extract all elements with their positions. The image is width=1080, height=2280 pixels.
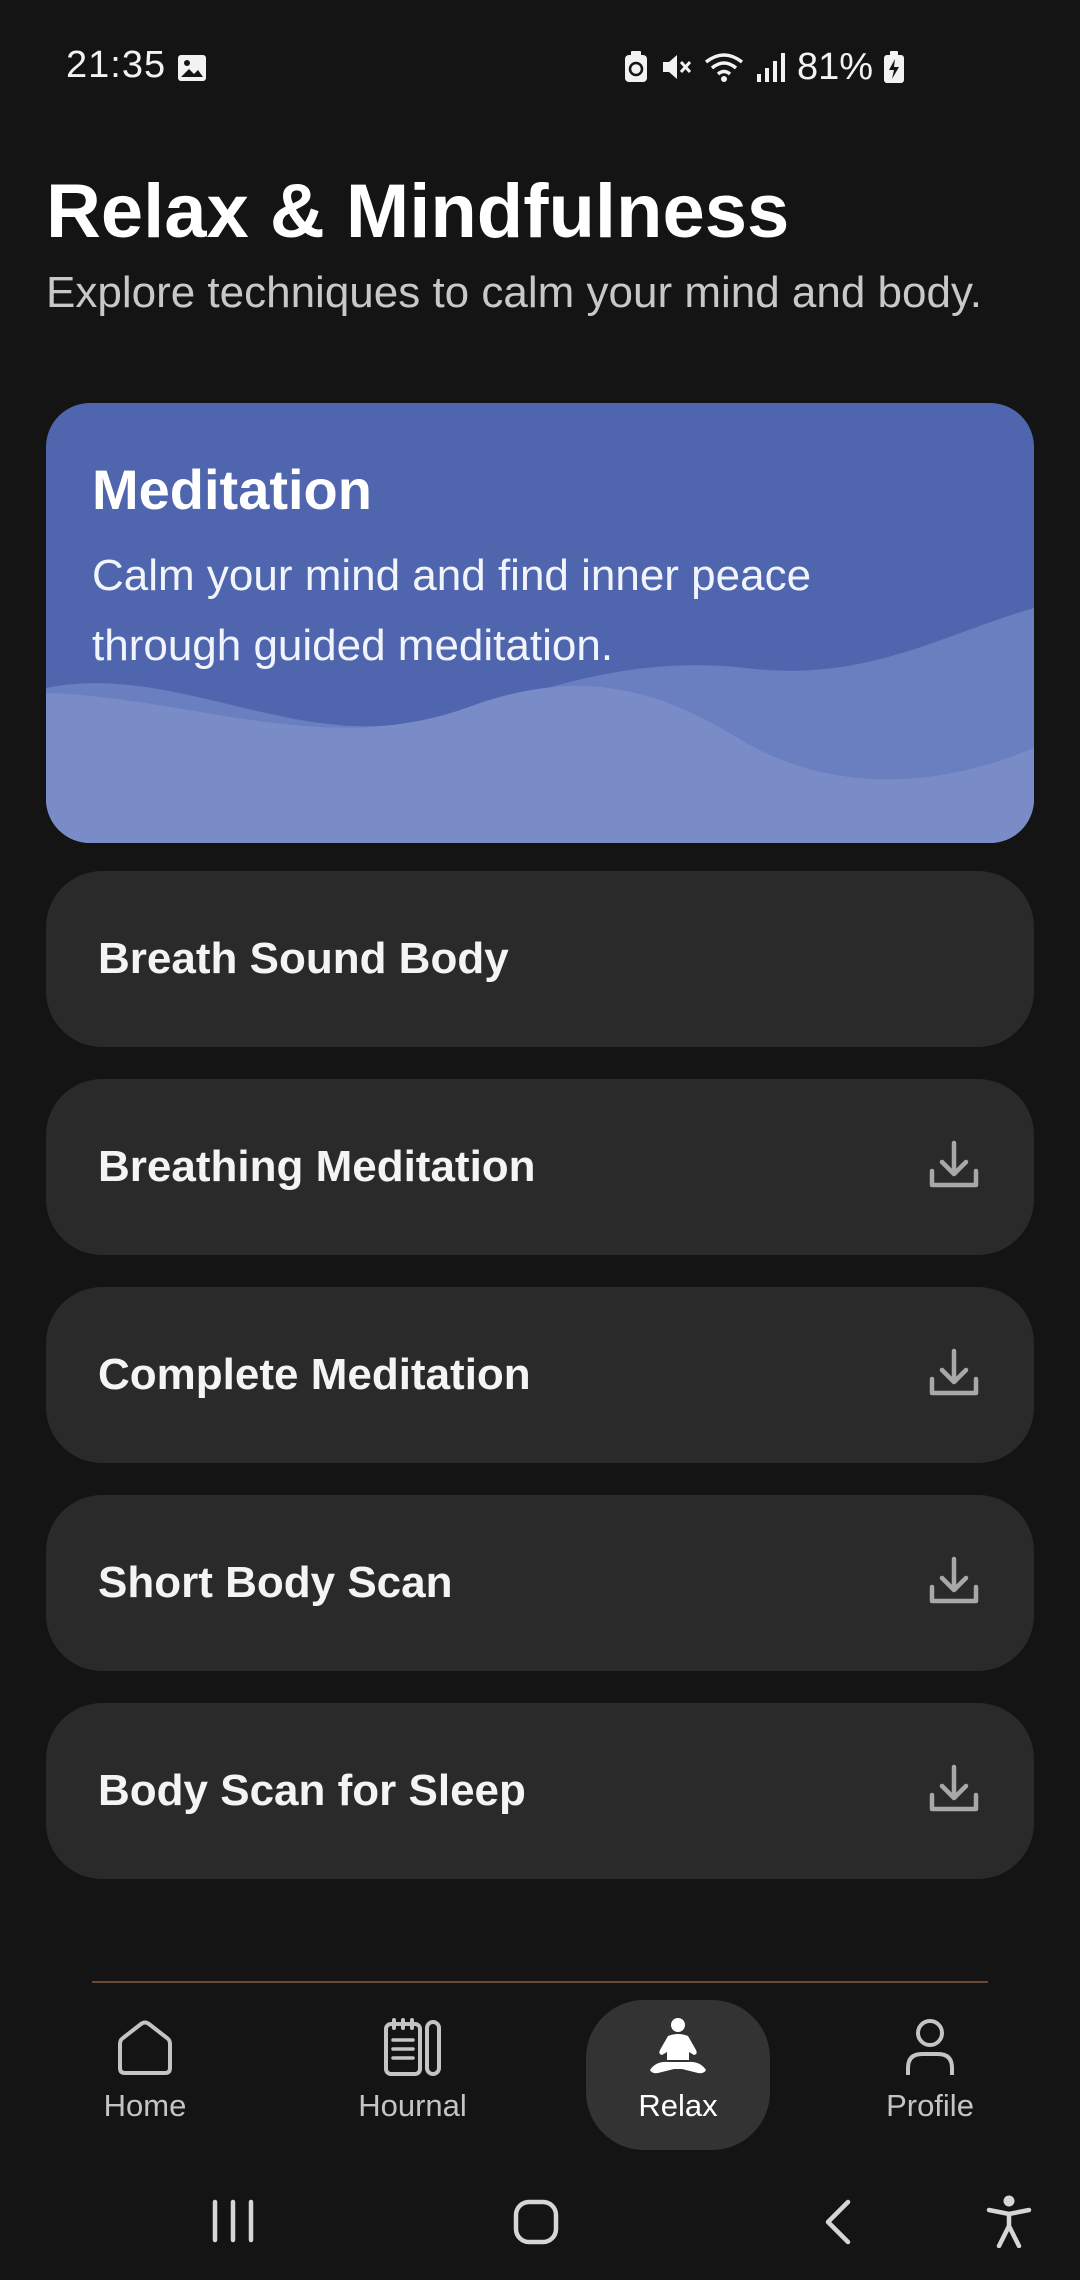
- list-item-short-body-scan[interactable]: Short Body Scan: [46, 1495, 1034, 1671]
- download-icon[interactable]: [926, 1137, 982, 1198]
- battery-percent: 81%: [796, 45, 873, 88]
- hero-description: Calm your mind and find inner peace thro…: [92, 551, 812, 670]
- list-item-breath-sound-body[interactable]: Breath Sound Body: [46, 871, 1034, 1047]
- system-nav-bar: [0, 2160, 1080, 2280]
- home-button-icon[interactable]: [512, 2198, 560, 2251]
- page-subtitle: Explore techniques to calm your mind and…: [46, 268, 982, 317]
- download-icon[interactable]: [926, 1345, 982, 1406]
- bottom-nav: Home Hournal Relax Profile: [0, 1990, 1080, 2160]
- list-item-label: Short Body Scan: [98, 1558, 453, 1607]
- list-item-label: Breath Sound Body: [98, 934, 509, 983]
- accessibility-icon[interactable]: [985, 2194, 1033, 2253]
- download-icon[interactable]: [926, 1761, 982, 1822]
- list-item-label: Breathing Meditation: [98, 1142, 536, 1191]
- recent-apps-icon[interactable]: [210, 2198, 256, 2249]
- journal-icon: [382, 2008, 444, 2078]
- meditation-hero-card[interactable]: Meditation Calm your mind and find inner…: [46, 403, 1034, 843]
- nav-divider: [92, 1981, 988, 1983]
- home-icon: [114, 2008, 176, 2078]
- nav-label: Profile: [886, 2088, 974, 2123]
- nav-item-profile[interactable]: Profile: [860, 2000, 1000, 2150]
- profile-icon: [899, 2008, 961, 2078]
- mute-icon: [659, 50, 693, 84]
- nav-item-relax[interactable]: Relax: [586, 2000, 770, 2150]
- nav-label: Hournal: [358, 2088, 467, 2123]
- wifi-icon: [703, 50, 745, 84]
- status-icons: 81%: [623, 44, 905, 90]
- image-icon: [176, 52, 208, 89]
- signal-icon: [755, 50, 787, 84]
- status-bar: 21:35 81%: [0, 0, 1080, 130]
- nav-item-home[interactable]: Home: [60, 2000, 230, 2150]
- battery-saver-icon: [623, 50, 649, 84]
- list-item-body-scan-for-sleep[interactable]: Body Scan for Sleep: [46, 1703, 1034, 1879]
- back-icon[interactable]: [818, 2198, 858, 2251]
- hero-title: Meditation: [92, 458, 372, 521]
- download-icon[interactable]: [926, 1553, 982, 1614]
- nav-label: Relax: [638, 2088, 718, 2123]
- list-item-complete-meditation[interactable]: Complete Meditation: [46, 1287, 1034, 1463]
- page-title: Relax & Mindfulness: [46, 169, 790, 254]
- list-item-label: Complete Meditation: [98, 1350, 531, 1399]
- battery-charging-icon: [883, 50, 905, 84]
- status-time: 21:35: [66, 44, 167, 86]
- list-item-breathing-meditation[interactable]: Breathing Meditation: [46, 1079, 1034, 1255]
- meditation-list: Breath Sound Body Breathing Meditation C…: [46, 871, 1034, 1911]
- list-item-label: Body Scan for Sleep: [98, 1766, 526, 1815]
- nav-label: Home: [103, 2088, 187, 2123]
- nav-item-journal[interactable]: Hournal: [330, 2000, 495, 2150]
- meditation-icon: [646, 2008, 710, 2078]
